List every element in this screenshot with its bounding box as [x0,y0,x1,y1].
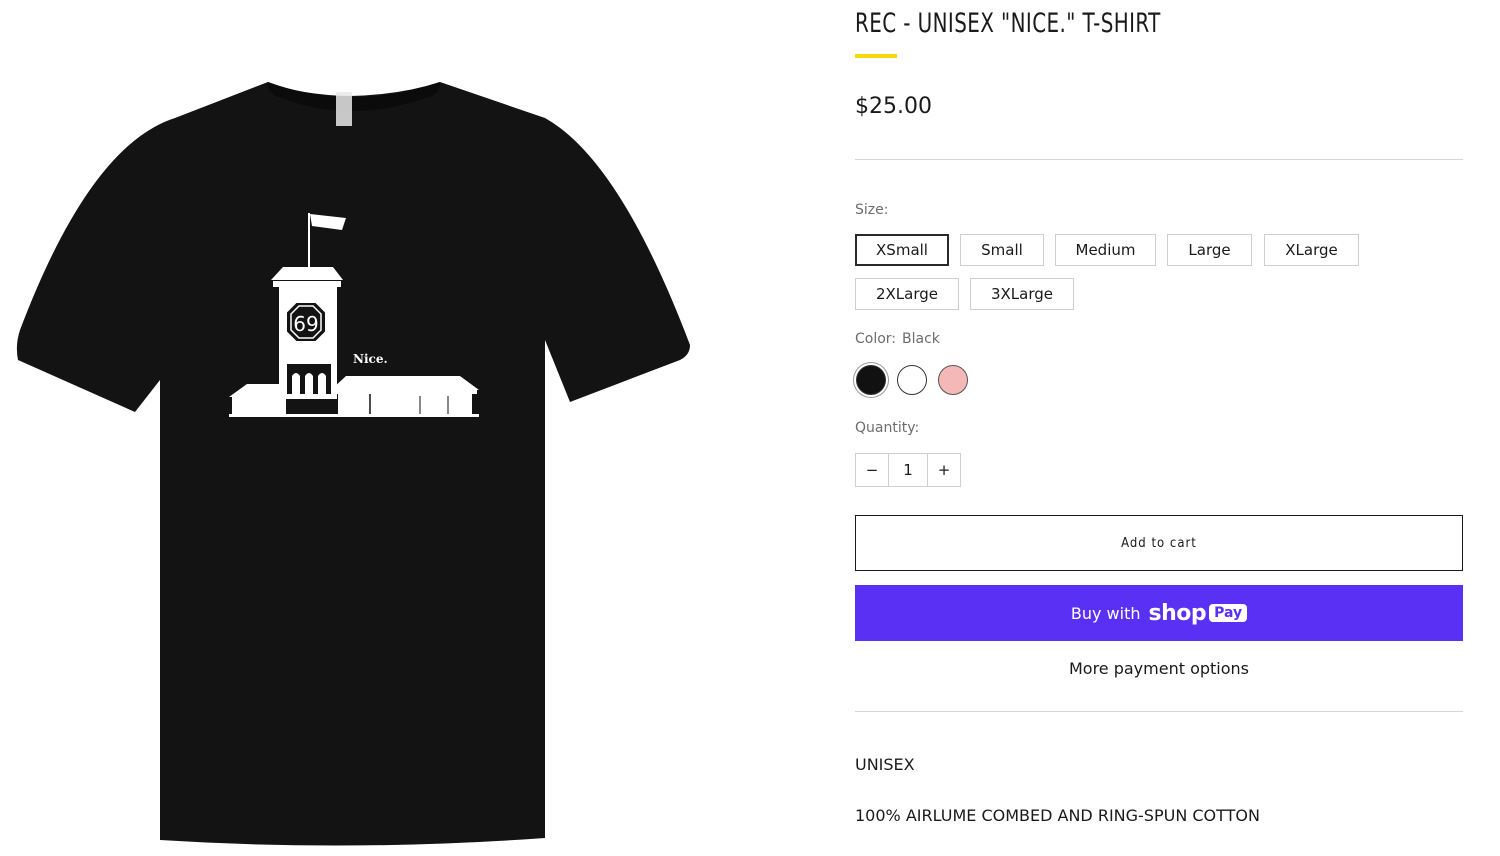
pay-badge: Pay [1209,604,1248,622]
color-swatch-pink[interactable] [938,365,968,395]
size-option-small[interactable]: Small [960,234,1044,266]
buy-with-text: Buy with [1070,603,1141,623]
buy-with-shop-pay-button[interactable]: Buy with shop Pay [855,585,1463,641]
size-option-2xlarge[interactable]: 2XLarge [855,278,959,310]
size-label: Size: [855,202,889,218]
size-option-xlarge[interactable]: XLarge [1264,234,1359,266]
quantity-label: Quantity: [855,420,920,436]
title-accent-bar [855,54,897,58]
color-swatch-black[interactable] [856,365,886,395]
shirt-body [16,82,690,846]
color-swatch-white[interactable] [897,365,927,395]
size-option-large[interactable]: Large [1167,234,1252,266]
size-option-medium[interactable]: Medium [1055,234,1156,266]
color-value: Black [902,331,940,347]
print-text: Nice. [353,352,388,366]
description-line: UNISEX [855,755,915,774]
size-option-3xlarge[interactable]: 3XLarge [970,278,1074,310]
quantity-stepper: − + [855,453,961,487]
product-price: $25.00 [855,94,932,119]
shop-logo: shop [1148,600,1207,626]
color-label-text: Color: [855,331,897,347]
product-title: REC - UNISEX "NICE." T-SHIRT [855,8,1161,39]
shirt-tag [336,92,352,126]
quantity-input[interactable] [889,454,927,486]
quantity-increase-button[interactable]: + [927,454,960,486]
size-option-xsmall[interactable]: XSmall [855,234,949,266]
quantity-decrease-button[interactable]: − [856,454,889,486]
divider [855,711,1463,712]
add-to-cart-button[interactable]: Add to cart [855,515,1463,571]
print-number: 69 [293,312,318,336]
description-line: 100% AIRLUME COMBED AND RING-SPUN COTTON [855,806,1260,825]
color-label: Color: Black [855,331,940,347]
product-image: 69 Nice. [0,0,720,856]
divider [855,159,1463,160]
more-payment-options-link[interactable]: More payment options [855,659,1463,678]
tshirt-image: 69 Nice. [16,82,690,846]
